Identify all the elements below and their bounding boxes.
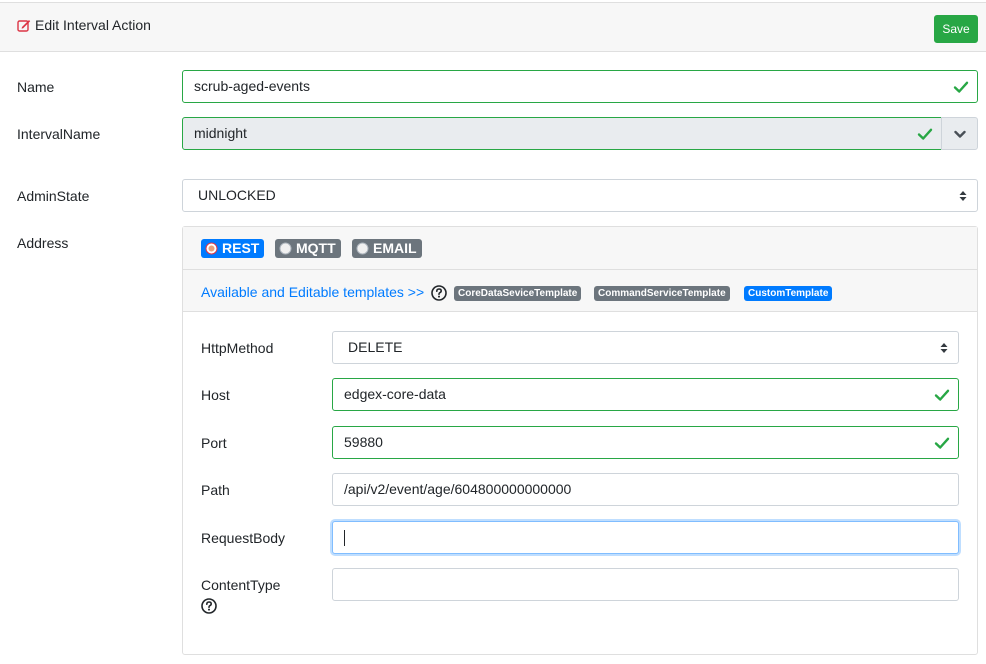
check-icon (917, 128, 933, 140)
template-badge-command[interactable]: CommandServiceTemplate (594, 286, 730, 301)
path-value: /api/v2/event/age/604800000000000 (344, 481, 572, 497)
page-title: Edit Interval Action (17, 17, 151, 33)
check-icon (934, 389, 950, 401)
name-value: scrub-aged-events (194, 78, 310, 94)
name-label: Name (17, 79, 55, 95)
interval-name-value: midnight (194, 125, 247, 141)
http-method-select[interactable]: DELETE (332, 331, 959, 364)
host-input[interactable]: edgex-core-data (332, 378, 959, 411)
admin-state-select[interactable]: UNLOCKED (182, 179, 978, 212)
protocol-rest-radio[interactable]: REST (201, 239, 265, 258)
radio-unchecked-icon (279, 242, 292, 255)
protocol-email-label: EMAIL (373, 240, 417, 256)
interval-name-label: IntervalName (17, 126, 101, 142)
port-input[interactable]: 59880 (332, 426, 959, 459)
address-card: REST MQTT EMAIL Available and Editable t… (182, 226, 978, 655)
http-method-value: DELETE (348, 339, 403, 355)
address-label: Address (17, 235, 69, 251)
path-label: Path (201, 482, 230, 498)
http-method-label: HttpMethod (201, 340, 274, 356)
host-label: Host (201, 387, 230, 403)
templates-bar: Available and Editable templates >> Core… (183, 270, 977, 312)
content-type-label: ContentType (201, 577, 281, 593)
template-badge-core-data[interactable]: CoreDataSeviceTemplate (454, 286, 582, 301)
request-body-label: RequestBody (201, 530, 286, 546)
check-icon (953, 81, 969, 93)
port-label: Port (201, 435, 227, 451)
protocol-mqtt-label: MQTT (296, 240, 336, 256)
host-value: edgex-core-data (344, 386, 446, 402)
request-body-input[interactable] (332, 521, 959, 554)
admin-state-label: AdminState (17, 188, 90, 204)
card-header: Edit Interval Action Save (0, 2, 986, 52)
admin-state-value: UNLOCKED (198, 187, 276, 203)
check-icon (934, 437, 950, 449)
protocol-rest-label: REST (222, 240, 260, 256)
interval-dropdown-button[interactable] (941, 117, 978, 150)
template-badge-custom[interactable]: CustomTemplate (744, 286, 833, 301)
question-circle-icon[interactable] (431, 285, 447, 301)
chevron-down-icon (954, 130, 966, 138)
save-button[interactable]: Save (934, 15, 978, 43)
select-arrows-icon (959, 191, 967, 201)
protocol-bar: REST MQTT EMAIL (183, 227, 977, 270)
protocol-mqtt-radio[interactable]: MQTT (275, 239, 341, 258)
protocol-email-radio[interactable]: EMAIL (352, 239, 422, 258)
port-value: 59880 (344, 434, 383, 450)
content-type-input[interactable] (332, 568, 959, 601)
question-circle-icon[interactable] (201, 598, 217, 614)
path-input[interactable]: /api/v2/event/age/604800000000000 (332, 473, 959, 506)
templates-link[interactable]: Available and Editable templates >> (201, 284, 424, 300)
radio-checked-icon (205, 242, 218, 255)
radio-unchecked-icon (356, 242, 369, 255)
name-input[interactable]: scrub-aged-events (182, 70, 978, 103)
text-cursor (344, 530, 345, 546)
interval-name-input[interactable]: midnight (182, 117, 942, 150)
edit-icon (17, 20, 31, 32)
select-arrows-icon (940, 343, 948, 353)
page-title-text: Edit Interval Action (35, 17, 151, 33)
